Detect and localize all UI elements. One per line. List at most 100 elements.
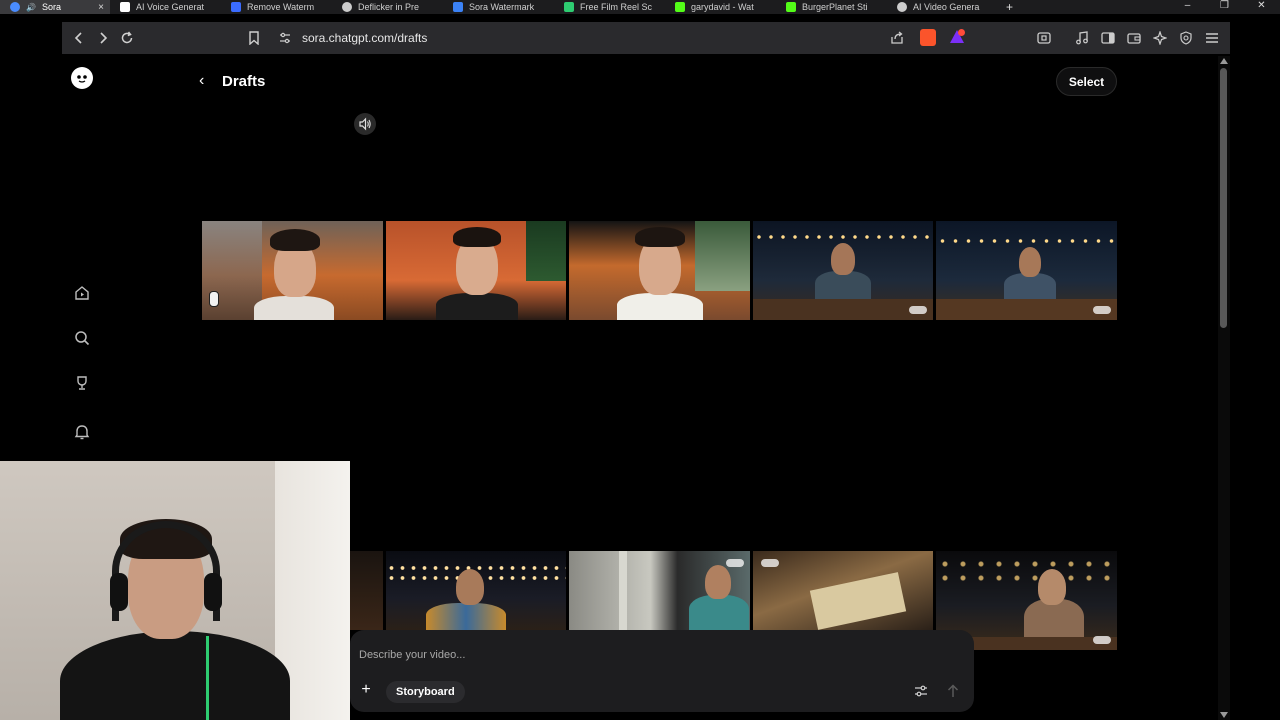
minimize-button[interactable]: – (1169, 0, 1206, 14)
bookmark-button[interactable] (242, 26, 266, 50)
leo-ai-button[interactable] (1148, 26, 1172, 50)
kick-favicon-icon (675, 2, 685, 12)
search-nav-button[interactable] (73, 329, 91, 347)
reload-button[interactable] (115, 26, 139, 50)
bokeh-lights (936, 557, 1117, 587)
toolbar-right-icons (1032, 26, 1224, 50)
browser-toolbar: sora.chatgpt.com/drafts (62, 22, 1230, 54)
forward-arrow-icon (100, 32, 108, 44)
new-tab-button[interactable]: + (1006, 0, 1013, 14)
favicon-icon (453, 2, 463, 12)
favicon-icon (564, 2, 574, 12)
video-thumbnail[interactable] (569, 551, 750, 630)
window-frame (619, 551, 627, 630)
page-scrollbar[interactable] (1218, 56, 1230, 720)
back-button[interactable]: ‹ (199, 72, 204, 90)
settings-button[interactable] (912, 682, 930, 700)
tab-burgerplanet[interactable]: BurgerPlanet Sti (776, 0, 887, 14)
prompt-input[interactable]: Describe your video... (359, 649, 465, 661)
sora-watermark-badge (726, 559, 744, 567)
restore-button[interactable]: ❐ (1206, 0, 1243, 14)
tab-free-film-reel[interactable]: Free Film Reel Sc (554, 0, 665, 14)
tab-label: Sora Watermark (469, 2, 535, 12)
video-thumbnail[interactable] (350, 551, 383, 630)
site-settings-icon[interactable] (279, 32, 291, 44)
headphone-left-cup (110, 573, 128, 611)
home-icon (75, 286, 89, 300)
string-lights (753, 231, 933, 243)
forward-button[interactable] (91, 26, 115, 50)
sidebar-toggle-button[interactable] (1096, 26, 1120, 50)
screenshot-button[interactable] (1032, 26, 1056, 50)
tab-remove-watermark[interactable]: Remove Waterm (221, 0, 332, 14)
url-text[interactable]: sora.chatgpt.com/drafts (302, 31, 427, 45)
subject-face (1038, 569, 1066, 605)
wallet-button[interactable] (1122, 26, 1146, 50)
sora-watermark-badge (1093, 636, 1111, 644)
logo-face-icon (77, 75, 87, 83)
subject-hair (270, 229, 320, 251)
video-thumbnail[interactable] (753, 551, 933, 630)
table (753, 299, 933, 320)
trophy-nav-button[interactable] (73, 374, 91, 392)
brave-rewards-button[interactable] (948, 28, 966, 46)
webcam-overlay (0, 461, 350, 720)
tab-label: Free Film Reel Sc (580, 2, 653, 12)
page-title: Drafts (222, 73, 266, 90)
video-thumbnail[interactable] (569, 221, 750, 320)
subject-hair (635, 227, 685, 247)
tab-sora[interactable]: 🔊 Sora × (0, 0, 110, 14)
home-nav-button[interactable] (73, 284, 91, 302)
scrollbar-thumb[interactable] (1220, 68, 1227, 328)
tab-label: garydavid - Wat (691, 2, 754, 12)
close-window-button[interactable]: ✕ (1243, 0, 1280, 14)
menu-button[interactable] (1200, 26, 1224, 50)
tab-deflicker[interactable]: Deflicker in Pre (332, 0, 443, 14)
scroll-up-arrow-icon[interactable] (1220, 58, 1228, 64)
send-button[interactable] (944, 682, 962, 700)
tab-ai-voice[interactable]: AI Voice Generat (110, 0, 221, 14)
subject-shirt (1004, 273, 1056, 301)
video-thumbnail[interactable] (386, 551, 566, 630)
tab-close-icon[interactable]: × (98, 2, 104, 13)
shield-icon (1180, 31, 1192, 45)
subject-shirt (617, 293, 703, 320)
vpn-button[interactable] (1174, 26, 1198, 50)
video-thumbnail[interactable] (936, 221, 1117, 320)
video-thumbnail[interactable] (753, 221, 933, 320)
tab-label: Sora (41, 2, 61, 12)
sound-toggle-button[interactable] (354, 113, 376, 135)
scroll-down-arrow-icon[interactable] (1220, 712, 1228, 718)
sora-logo-icon[interactable] (71, 67, 93, 89)
favicon-icon (120, 2, 130, 12)
sora-watermark-badge (909, 306, 927, 314)
select-button[interactable]: Select (1056, 67, 1117, 96)
brave-shield-button[interactable] (920, 29, 936, 46)
car-window (526, 221, 566, 281)
video-thumbnail[interactable] (202, 221, 383, 320)
back-button[interactable] (67, 26, 91, 50)
share-icon[interactable] (890, 31, 904, 45)
sora-watermark-badge (761, 559, 779, 567)
tab-label: AI Voice Generat (136, 2, 205, 12)
media-button[interactable] (1070, 26, 1094, 50)
webcam-person-body (60, 631, 290, 720)
arrow-up-icon (947, 684, 959, 697)
speaker-icon (359, 117, 371, 131)
hand-cursor-icon (209, 291, 219, 307)
tab-label: AI Video Genera (913, 2, 980, 12)
add-media-button[interactable]: + (358, 681, 374, 698)
storyboard-button[interactable]: Storyboard (386, 681, 465, 703)
subject-face (831, 243, 855, 275)
sliders-icon (915, 685, 927, 697)
notifications-nav-button[interactable] (73, 423, 91, 441)
subject-face (1019, 247, 1041, 277)
tab-ai-video[interactable]: AI Video Genera (887, 0, 998, 14)
video-thumbnail[interactable] (386, 221, 566, 320)
subject-shirt (254, 296, 334, 320)
sora-favicon-icon (10, 2, 20, 12)
favicon-icon (342, 2, 352, 12)
tab-garydavid[interactable]: garydavid - Wat (665, 0, 776, 14)
sparkle-icon (1153, 31, 1167, 45)
tab-sora-watermark[interactable]: Sora Watermark (443, 0, 554, 14)
